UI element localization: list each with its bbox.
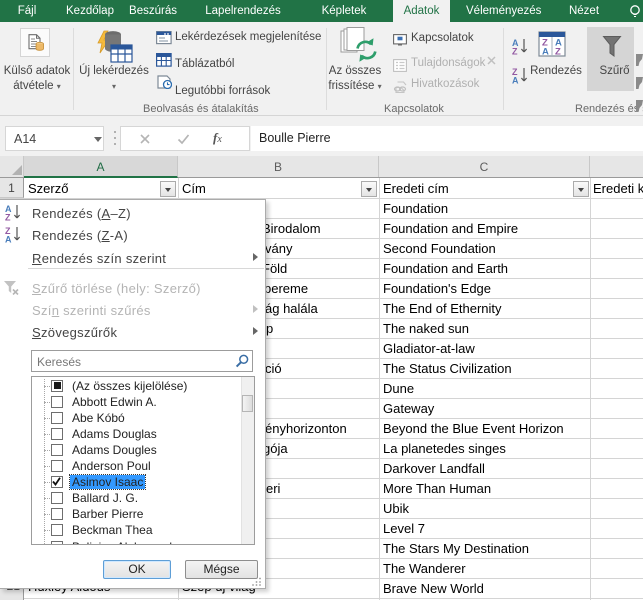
svg-text:Z: Z	[555, 47, 561, 58]
svg-text:A: A	[5, 235, 12, 244]
svg-text:Z: Z	[5, 213, 11, 222]
svg-text:A: A	[542, 47, 549, 58]
svg-text:Z: Z	[512, 47, 518, 56]
svg-text:A: A	[512, 76, 519, 85]
